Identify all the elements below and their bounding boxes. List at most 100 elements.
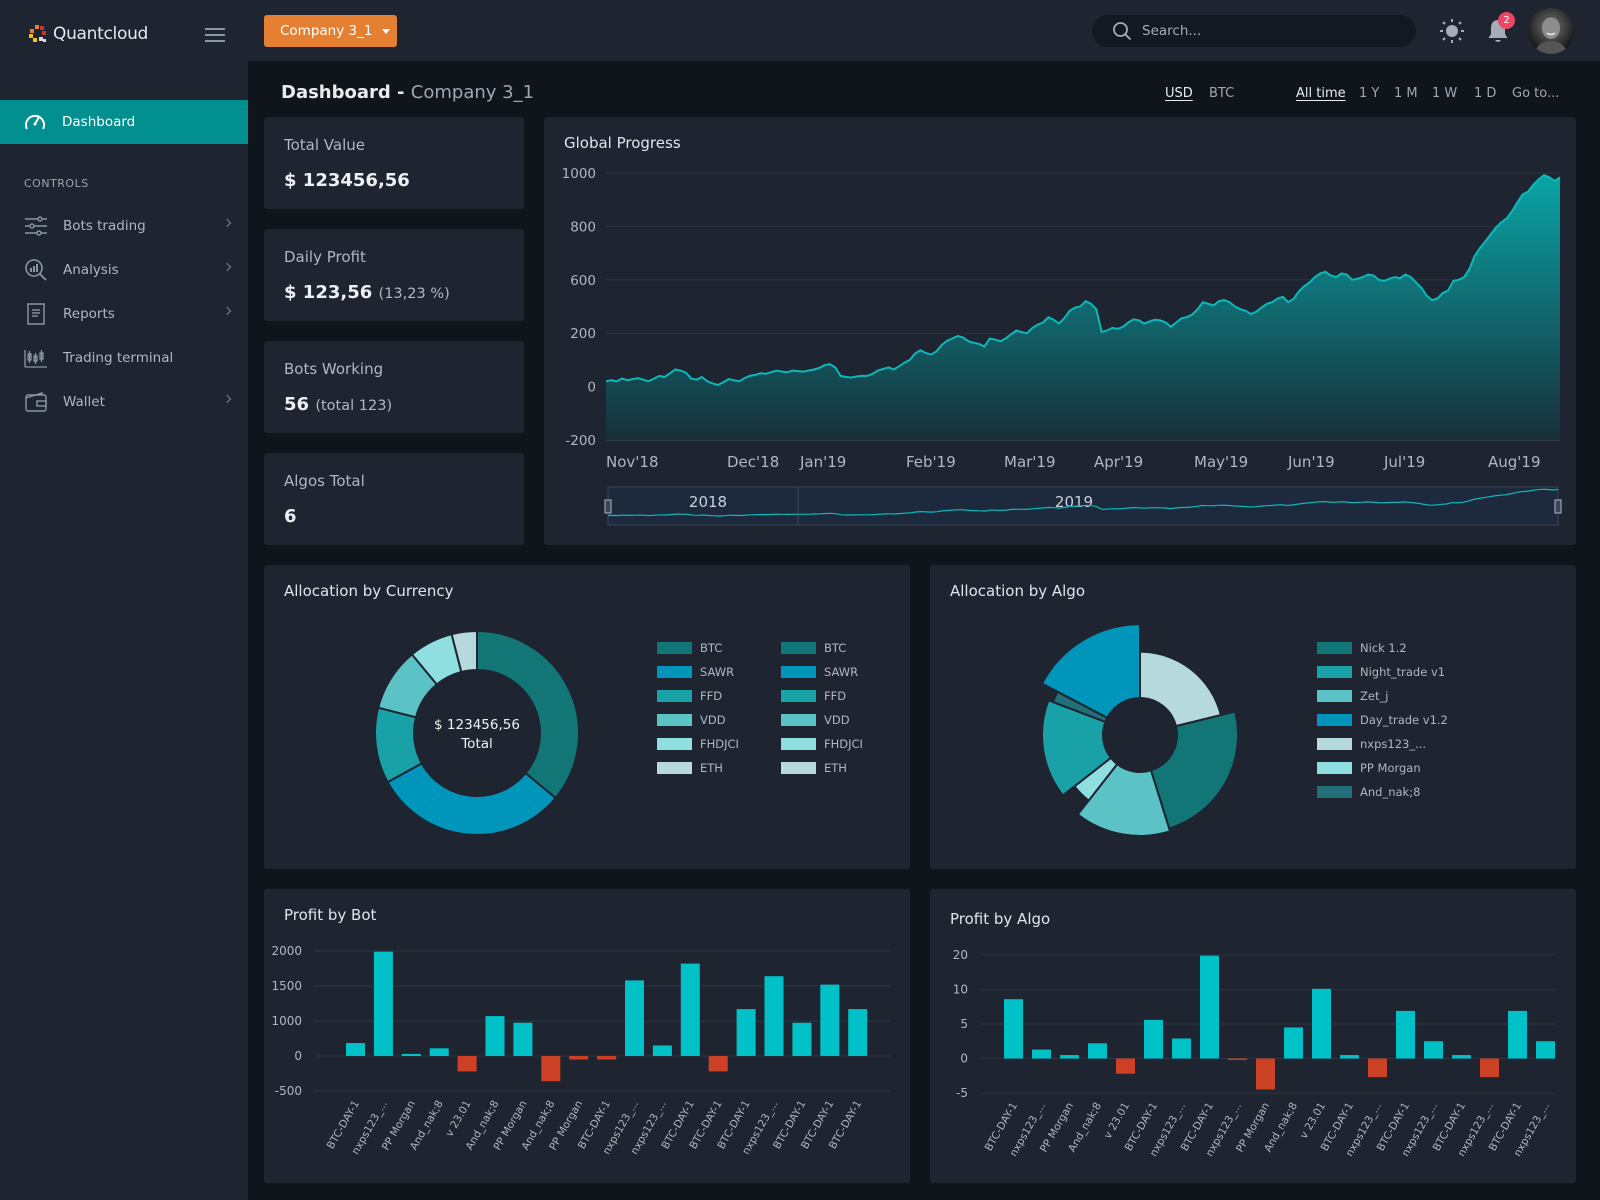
bar [1228,1058,1247,1060]
profit-by-algo-chart[interactable]: 201050-5BTC-DAY-1nxps123_...PP MorganAnd… [930,889,1576,1183]
bar [1396,1010,1415,1059]
legend-label: nxps123_... [1360,737,1427,751]
legend-label: Nick 1.2 [1360,641,1407,655]
legend-swatch [657,666,692,678]
sidebar-item-label: Analysis [63,262,119,278]
wallet-icon [25,392,47,412]
sidebar-item-wallet[interactable]: Wallet [0,382,248,422]
x-tick-label: Jul'19 [1383,453,1425,471]
company-selector[interactable]: Company 3_1 [264,15,397,47]
user-avatar-image [1534,16,1568,54]
allocation-by-algo-chart[interactable] [930,565,1576,869]
menu-toggle-icon[interactable] [205,28,225,42]
legend-item[interactable]: FFD [657,689,722,703]
navigator-handle[interactable] [1554,499,1562,514]
bar [429,1048,449,1056]
chevron-right-icon [222,394,232,404]
logo[interactable]: Quantcloud [29,24,148,44]
legend-item[interactable]: VDD [657,713,726,727]
legend-label: FHDJCI [700,737,739,751]
range-1w[interactable]: 1 W [1432,86,1457,101]
x-tick-label: Mar'19 [1004,453,1056,471]
legend-label: VDD [700,713,726,727]
chevron-right-icon [222,306,232,316]
legend-item[interactable]: nxps123_... [1317,737,1426,751]
stat-label: Bots Working [284,360,384,378]
legend-label: FFD [700,689,723,703]
range-1d[interactable]: 1 D [1474,86,1496,101]
search-box[interactable] [1092,15,1416,47]
stat-value: $ 123456,56 [284,170,410,191]
bar [1536,1041,1555,1059]
legend-item[interactable]: PP Morgan [1317,761,1421,775]
section-label-controls: CONTROLS [24,177,89,190]
y-tick-label: 0 [294,1049,302,1063]
notification-badge: 2 [1498,12,1515,29]
legend-item[interactable]: Day_trade v1.2 [1317,713,1448,727]
bar [1284,1027,1303,1059]
legend-swatch [657,642,692,654]
currency-usd[interactable]: USD [1165,86,1193,101]
sidebar-item-label: Trading terminal [63,350,174,366]
stat-extra: (total 123) [315,398,393,414]
legend-item[interactable]: ETH [781,761,847,775]
sidebar-item-analysis[interactable]: Analysis [0,250,248,290]
legend-item[interactable]: VDD [781,713,850,727]
legend-swatch [781,714,816,726]
legend-item[interactable]: Night_trade v1 [1317,665,1445,679]
legend-item[interactable]: FFD [781,689,846,703]
y-tick-label: -500 [275,1084,302,1098]
legend-item[interactable]: FHDJCI [781,737,863,751]
legend-item[interactable]: FHDJCI [657,737,739,751]
sidebar-item-bots-trading[interactable]: Bots trading [0,206,248,246]
bar [485,1016,505,1056]
bar [1116,1058,1135,1074]
bar [1200,955,1219,1059]
legend-item[interactable]: BTC [657,641,722,655]
range-all-time[interactable]: All time [1296,86,1346,101]
legend-item[interactable]: Zet_j [1317,689,1388,703]
search-input[interactable] [1142,23,1382,39]
stat-value: 6 [284,506,297,527]
y-tick-label: 5 [960,1017,968,1031]
pie-center-label: Total [460,736,493,752]
legend-item[interactable]: Nick 1.2 [1317,641,1407,655]
legend-item[interactable]: SAWR [657,665,734,679]
caret-down-icon [382,28,391,34]
top-bar: Quantcloud Company 3_1 2 [0,0,1600,61]
user-avatar[interactable] [1528,8,1574,54]
global-progress-card: Global Progress 1000 800 600 200 0 -200 Nov'18… [544,117,1576,545]
bar [1480,1058,1499,1078]
bar [1368,1058,1387,1078]
legend-item[interactable]: ETH [657,761,723,775]
legend-item[interactable]: BTC [781,641,846,655]
bar [848,1009,868,1056]
company-selector-label: Company 3_1 [280,23,373,39]
legend-item[interactable]: SAWR [781,665,858,679]
stat-label: Total Value [284,136,365,154]
navigator-handle[interactable] [604,499,612,514]
bar [569,1056,589,1060]
sidebar-item-dashboard[interactable]: Dashboard [0,100,248,144]
global-progress-chart[interactable]: 1000 800 600 200 0 -200 Nov'18 Dec'18 Jan'19 Feb'… [544,117,1576,545]
bar [1508,1010,1527,1059]
x-tick-label: v 23.01 [443,1099,473,1139]
bar [1004,999,1023,1059]
range-1y[interactable]: 1 Y [1359,86,1379,101]
sidebar-item-reports[interactable]: Reports [0,294,248,334]
x-tick-label: Nov'18 [606,453,659,471]
legend-swatch [781,690,816,702]
legend-item[interactable]: And_nak;8 [1317,785,1420,799]
stat-value: $ 123,56 (13,23 %) [284,282,450,303]
profit-by-bot-chart[interactable]: 2000150010000-500BTC-DAY-1nxps123_...PP … [264,889,910,1183]
go-to-date[interactable]: Go to... [1512,86,1559,101]
pie-slice-btc [476,629,580,800]
sidebar-item-trading-terminal[interactable]: Trading terminal [0,338,248,378]
bar [1256,1058,1275,1090]
range-1m[interactable]: 1 M [1394,86,1418,101]
currency-btc[interactable]: BTC [1209,86,1234,101]
stat-label: Daily Profit [284,248,366,266]
bar [708,1056,728,1072]
legend-swatch [1317,714,1352,726]
theme-toggle-sun-icon[interactable] [1440,19,1464,43]
